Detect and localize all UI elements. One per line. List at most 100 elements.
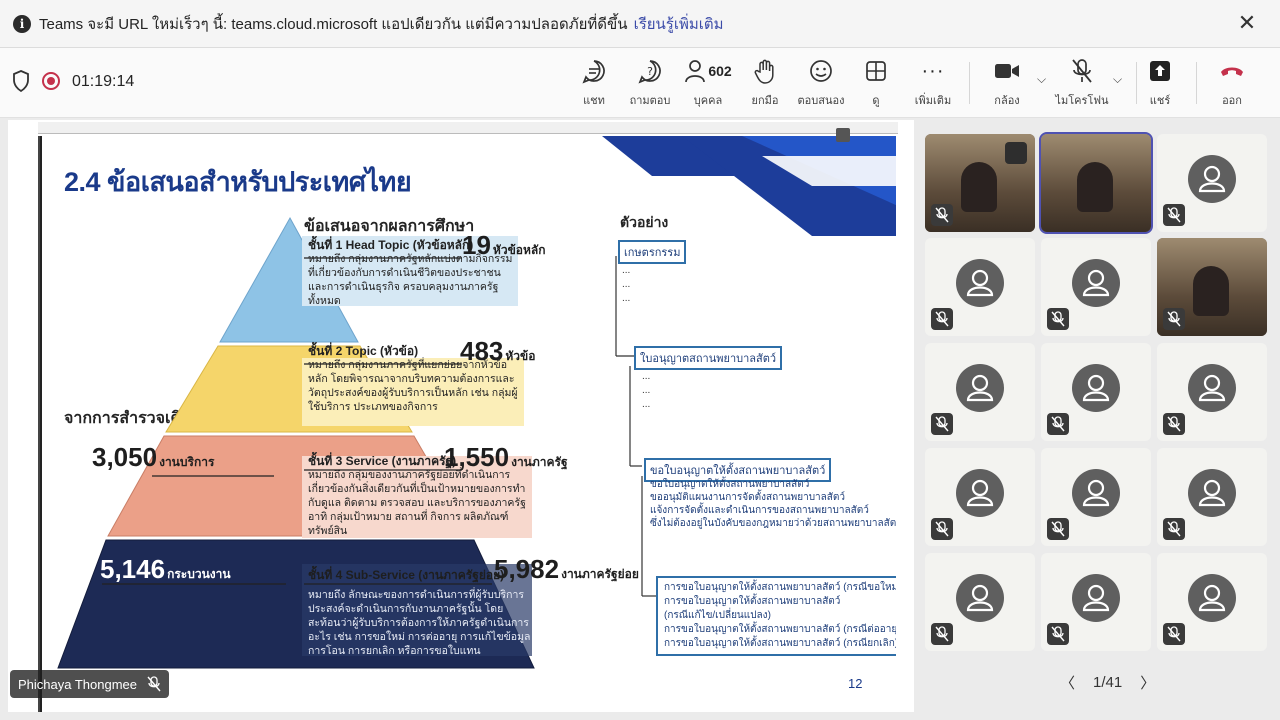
mic-off-icon — [1163, 623, 1185, 645]
participant-tile[interactable] — [1041, 238, 1151, 336]
learn-more-link[interactable]: เรียนรู้เพิ่มเติม — [634, 12, 724, 36]
participant-tile[interactable] — [1041, 448, 1151, 546]
mic-off-icon — [931, 204, 953, 226]
fullscreen-icon[interactable] — [836, 128, 850, 142]
page-indicator: 1/41 — [1093, 674, 1123, 691]
avatar — [956, 574, 1004, 622]
level-4-unit: งานภาครัฐย่อย — [561, 567, 639, 581]
avatar — [1072, 259, 1120, 307]
hand-icon — [754, 56, 776, 86]
level-1-count-value: 19 — [462, 230, 491, 260]
camera-button[interactable]: กล้อง — [989, 56, 1025, 112]
mic-off-icon — [147, 676, 161, 692]
participant-tile[interactable] — [925, 553, 1035, 651]
level-2-unit: หัวข้อ — [505, 349, 536, 363]
old-process-count: 5,146 กระบวนงาน — [100, 554, 231, 585]
meeting-timer: 01:19:14 — [72, 73, 135, 90]
gallery-pager: 〈 1/41 〉 — [1060, 672, 1155, 693]
level-4-count-value: 5,982 — [494, 554, 560, 584]
avatar — [1072, 364, 1120, 412]
meeting-toolbar: 01:19:14 แชท ? ถามตอบ 602 บุคคล ยกมือ ตอ… — [0, 48, 1280, 118]
mic-off-icon — [1163, 204, 1185, 226]
smile-icon — [808, 56, 834, 86]
avatar — [1188, 469, 1236, 517]
camera-label: กล้อง — [994, 95, 1020, 107]
mic-label: ไมโครโฟน — [1055, 95, 1109, 107]
mic-off-icon — [1047, 413, 1069, 435]
participant-tile[interactable] — [925, 238, 1035, 336]
participant-tile[interactable] — [1039, 132, 1153, 234]
qa-label: ถามตอบ — [629, 95, 671, 107]
shield-icon[interactable] — [12, 70, 30, 92]
avatar — [1188, 364, 1236, 412]
level-2-count: 483 หัวข้อ — [460, 336, 535, 367]
toolbar-divider — [969, 62, 970, 104]
level-3-count: 1,550 งานภาครัฐ — [444, 442, 568, 473]
view-label: ดู — [872, 95, 880, 107]
mic-off-icon — [931, 308, 953, 330]
participant-tile[interactable] — [1157, 238, 1267, 336]
mic-off-icon — [1163, 308, 1185, 330]
notification-banner: i Teams จะมี URL ใหม่เร็วๆ นี้: teams.cl… — [0, 0, 1280, 48]
leave-label: ออก — [1222, 95, 1242, 107]
info-icon: i — [13, 14, 31, 33]
avatar — [956, 364, 1004, 412]
horizontal-ruler — [38, 122, 898, 134]
leave-button[interactable]: ออก — [1217, 56, 1247, 112]
mic-options-chevron-icon[interactable]: ⌵ — [1113, 72, 1122, 87]
banner-message: Teams จะมี URL ใหม่เร็วๆ นี้: teams.clou… — [39, 15, 628, 33]
share-button[interactable]: แชร์ — [1146, 56, 1174, 112]
participant-silhouette — [961, 162, 997, 212]
share-label: แชร์ — [1149, 95, 1171, 107]
participant-silhouette — [1193, 266, 1229, 316]
mic-button[interactable]: ไมโครโฟน — [1055, 56, 1109, 112]
toolbar-divider — [1196, 62, 1197, 104]
people-label: บุคคล — [693, 95, 723, 107]
participant-tile[interactable] — [925, 343, 1035, 441]
camera-options-chevron-icon[interactable]: ⌵ — [1037, 72, 1046, 87]
chat-icon — [581, 56, 607, 86]
avatar — [956, 469, 1004, 517]
participant-tile[interactable] — [925, 448, 1035, 546]
old-services-count: 3,050 งานบริการ — [92, 442, 214, 473]
level-3-unit: งานภาครัฐ — [511, 455, 568, 469]
avatar — [1072, 469, 1120, 517]
tree-level-3-list: ขอใบอนุญาตให้ตั้งสถานพยาบาลสัตว์ ขออนุมั… — [650, 479, 896, 529]
presenter-name-tag: Phichaya Thongmee — [10, 670, 170, 698]
toolbar-divider — [1136, 62, 1137, 104]
more-icon: ··· — [921, 59, 945, 82]
prev-page-chevron-icon[interactable]: 〈 — [1060, 672, 1075, 693]
close-icon[interactable]: ✕ — [1234, 10, 1260, 36]
tree-level-4: การขอใบอนุญาตให้ตั้งสถานพยาบาลสัตว์ (กรณ… — [656, 576, 896, 656]
chat-label: แชท — [583, 95, 605, 107]
avatar — [1188, 574, 1236, 622]
view-button[interactable]: ดู — [862, 56, 890, 112]
participant-tile[interactable] — [1157, 134, 1267, 232]
qa-button[interactable]: ? ถามตอบ — [629, 56, 671, 112]
participant-tile[interactable] — [1157, 553, 1267, 651]
avatar — [1188, 155, 1236, 203]
participant-tile[interactable] — [1157, 448, 1267, 546]
mic-off-icon — [1047, 623, 1069, 645]
more-button[interactable]: ··· เพิ่มเติม — [913, 56, 953, 112]
level-3-count-value: 1,550 — [444, 442, 510, 472]
raise-hand-button[interactable]: ยกมือ — [748, 56, 782, 112]
people-button[interactable]: 602 บุคคล — [684, 56, 732, 112]
raise-hand-label: ยกมือ — [751, 95, 779, 107]
tree-dots-2: ......... — [642, 371, 651, 410]
participant-tile[interactable] — [925, 134, 1035, 232]
presentation-slide: 2.4 ข้อเสนอสำหรับประเทศไทย ข้อเสนอจากผลก… — [40, 136, 896, 712]
recording-icon — [42, 72, 60, 90]
participant-tile[interactable] — [1157, 343, 1267, 441]
pin-icon[interactable] — [1005, 142, 1027, 164]
participant-tile[interactable] — [1041, 343, 1151, 441]
presenter-name: Phichaya Thongmee — [18, 676, 138, 692]
level-1-unit: หัวข้อหลัก — [492, 243, 546, 257]
react-button[interactable]: ตอบสนอง — [798, 56, 844, 112]
chat-button[interactable]: แชท — [577, 56, 611, 112]
level-4-count: 5,982 งานภาครัฐย่อย — [494, 554, 639, 585]
next-page-chevron-icon[interactable]: 〉 — [1140, 672, 1155, 693]
slide-page-number: 12 — [848, 676, 863, 691]
old-process-unit: กระบวนงาน — [167, 567, 231, 581]
participant-tile[interactable] — [1041, 553, 1151, 651]
